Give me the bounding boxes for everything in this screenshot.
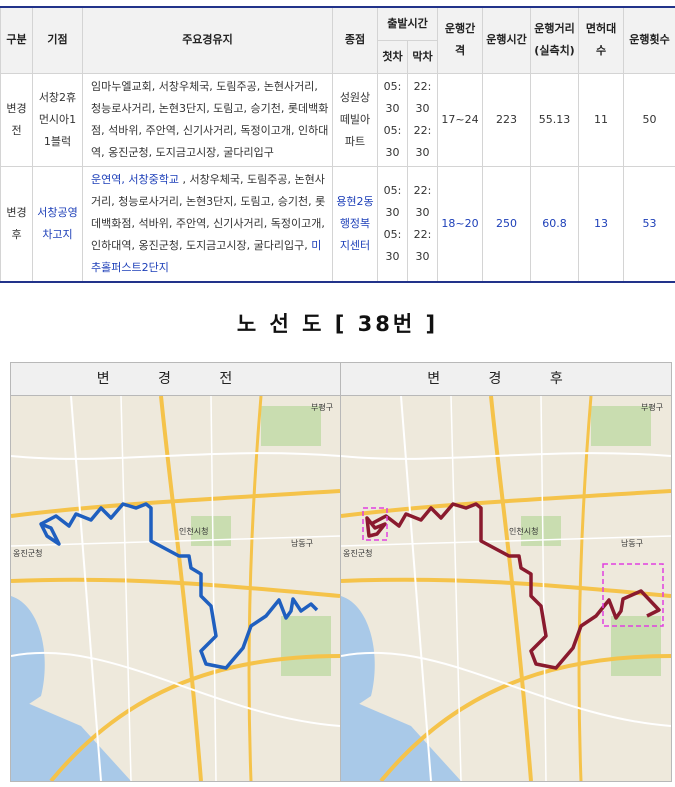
after-map-canvas: 부평구 인천시청 옹진군청 남동구 — [341, 396, 671, 781]
schedule-table: 구분 기점 주요경유지 종점 출발시간 운행간격 운행시간 운행거리(실측치) … — [0, 6, 675, 283]
before-map-header: 변 경 전 — [11, 363, 341, 396]
map-label-ongjin: 옹진군청 — [343, 548, 372, 558]
cell-terminus: 용현2동행정복지센터 — [332, 165, 378, 283]
cell-run-time: 250 — [482, 165, 532, 283]
header-first-bus: 첫차 — [377, 39, 408, 74]
header-run-time: 운행시간 — [482, 6, 532, 74]
table-row-after: 변경후 서창공영차고지 운연역, 서창중학교 , 서창우체국, 도림주공, 논현… — [0, 165, 675, 283]
cell-first-bus: 05:30 05:30 — [377, 72, 408, 167]
header-vehicles: 면허대수 — [578, 6, 625, 74]
cell-trips: 50 — [623, 72, 675, 167]
cell-distance: 60.8 — [530, 165, 580, 283]
cell-last-bus: 22:30 22:30 — [406, 165, 439, 283]
header-origin: 기점 — [32, 6, 83, 74]
header-terminus: 종점 — [332, 6, 378, 74]
header-category: 구분 — [0, 6, 33, 74]
cell-stops: 운연역, 서창중학교 , 서창우체국, 도림주공, 논현사거리, 청능로사거리,… — [82, 165, 333, 283]
cell-interval: 18~20 — [437, 165, 484, 283]
map-label-bupyeong: 부평구 — [641, 402, 663, 412]
map-label-ongjin: 옹진군청 — [13, 548, 42, 558]
cell-stops: 임마누엘교회, 서창우체국, 도림주공, 논현사거리, 청능로사거리, 논현3단… — [82, 72, 333, 167]
route-map-title: 노 선 도 [ 38번 ] — [236, 312, 439, 336]
map-label-city-hall: 인천시청 — [179, 526, 208, 536]
before-map-canvas: 부평구 인천시청 옹진군청 남동구 — [11, 396, 340, 781]
cell-terminus: 성원상떼빌아파트 — [332, 72, 378, 167]
new-stops-start: 운연역, 서창중학교 — [91, 172, 179, 186]
cell-interval: 17~24 — [437, 72, 484, 167]
header-departure: 출발시간 — [376, 6, 439, 41]
header-distance: 운행거리(실측치) — [530, 6, 580, 74]
cell-distance: 55.13 — [530, 72, 580, 167]
cell-vehicles: 13 — [578, 165, 625, 283]
map-label-city-hall: 인천시청 — [509, 526, 538, 536]
cell-first-bus: 05:30 05:30 — [377, 165, 408, 283]
cell-vehicles: 11 — [578, 72, 625, 167]
cell-run-time: 223 — [482, 72, 532, 167]
cell-trips: 53 — [623, 165, 675, 283]
before-route-map[interactable]: 부평구 인천시청 옹진군청 남동구 — [11, 396, 341, 781]
header-trips: 운행횟수 — [623, 6, 675, 74]
map-label-namdong: 남동구 — [621, 539, 643, 548]
after-route-map[interactable]: 부평구 인천시청 옹진군청 남동구 — [341, 396, 671, 781]
header-last-bus: 막차 — [406, 39, 439, 74]
cell-origin: 서창공영차고지 — [32, 165, 83, 283]
table-row-before: 변경전 서창2휴먼시아11블럭 임마누엘교회, 서창우체국, 도림주공, 논현사… — [0, 72, 675, 167]
cell-category: 변경후 — [0, 165, 33, 283]
cell-origin: 서창2휴먼시아11블럭 — [32, 72, 83, 167]
after-map-header: 변 경 후 — [341, 363, 671, 396]
route-map-panel: 변 경 전 변 경 후 부평구 인천시청 옹진군청 남동구 부평구 인천시청 옹… — [10, 362, 672, 782]
map-label-namdong: 남동구 — [291, 539, 313, 548]
header-interval: 운행간격 — [437, 6, 484, 74]
map-label-bupyeong: 부평구 — [311, 402, 333, 412]
cell-category: 변경전 — [0, 72, 33, 167]
cell-last-bus: 22:30 22:30 — [406, 72, 439, 167]
header-main-stops: 주요경유지 — [82, 6, 333, 74]
